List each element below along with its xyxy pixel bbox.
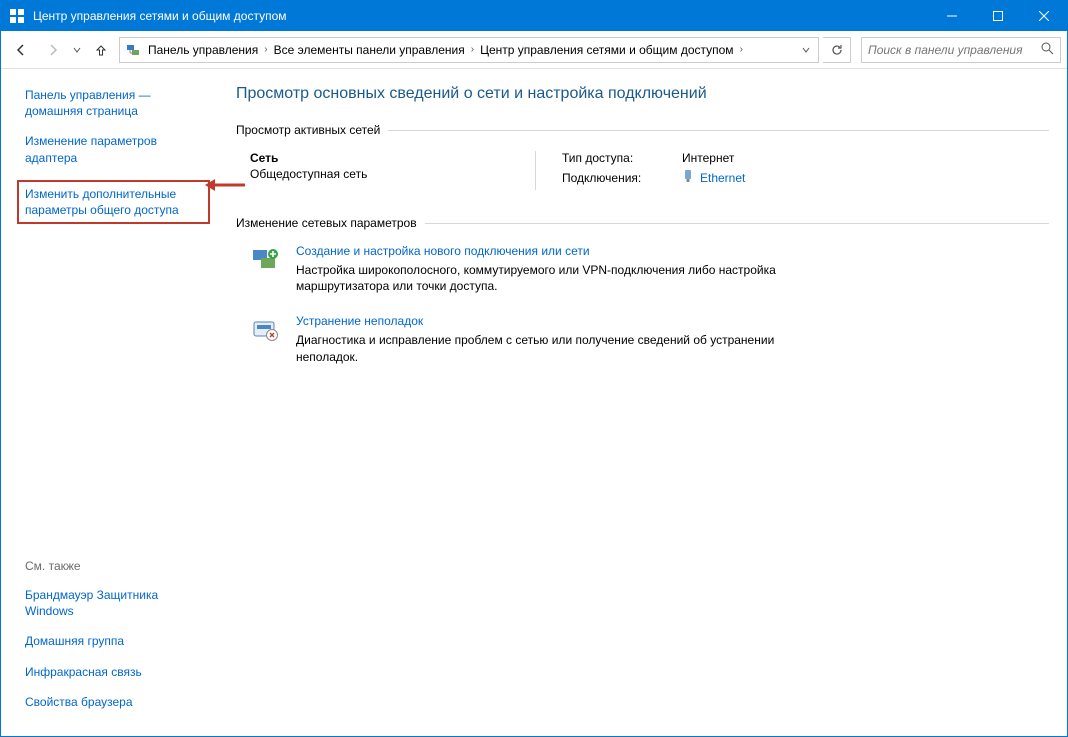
recent-dropdown[interactable] (73, 43, 81, 57)
body: Панель управления — домашняя страница Из… (1, 69, 1067, 736)
forward-button[interactable] (39, 36, 67, 64)
task-new-connection-desc: Настройка широкополосного, коммутируемог… (296, 262, 826, 294)
sidebar-link-homepage[interactable]: Панель управления — домашняя страница (25, 87, 204, 119)
sidebar-link-advanced-sharing[interactable]: Изменить дополнительные параметры общего… (17, 180, 210, 224)
search-box[interactable] (861, 37, 1061, 63)
breadcrumb-item[interactable]: Панель управления (148, 43, 258, 57)
sidebar-link-firewall[interactable]: Брандмауэр Защитника Windows (25, 587, 204, 619)
page-heading: Просмотр основных сведений о сети и наст… (236, 85, 1049, 103)
connection-link[interactable]: Ethernet (682, 169, 745, 186)
content: Просмотр основных сведений о сети и наст… (216, 69, 1067, 736)
troubleshoot-icon (250, 314, 282, 346)
address-bar[interactable]: Панель управления › Все элементы панели … (119, 37, 819, 63)
up-button[interactable] (87, 36, 115, 64)
active-network-row: Сеть Общедоступная сеть Тип доступа: Инт… (236, 151, 1049, 190)
active-networks-label: Просмотр активных сетей (236, 123, 1049, 137)
change-settings-label: Изменение сетевых параметров (236, 216, 1049, 230)
search-input[interactable] (868, 43, 1041, 57)
network-name: Сеть (250, 151, 535, 165)
address-dropdown[interactable] (798, 43, 814, 57)
sidebar: Панель управления — домашняя страница Из… (1, 69, 216, 736)
new-connection-icon (250, 244, 282, 276)
close-button[interactable] (1021, 1, 1067, 31)
sidebar-link-internet-options[interactable]: Свойства браузера (25, 694, 204, 710)
titlebar: Центр управления сетями и общим доступом (1, 1, 1067, 31)
window-title: Центр управления сетями и общим доступом (33, 9, 929, 23)
sidebar-link-homegroup[interactable]: Домашняя группа (25, 633, 204, 649)
chevron-right-icon[interactable]: › (471, 44, 474, 55)
task-troubleshoot-title[interactable]: Устранение неполадок (296, 314, 826, 328)
minimize-button[interactable] (929, 1, 975, 31)
ethernet-icon (682, 169, 694, 186)
search-icon[interactable] (1041, 42, 1054, 58)
breadcrumb-item[interactable]: Центр управления сетями и общим доступом (480, 43, 734, 57)
breadcrumb-item[interactable]: Все элементы панели управления (274, 43, 465, 57)
task-troubleshoot-desc: Диагностика и исправление проблем с сеть… (296, 332, 826, 364)
network-type: Общедоступная сеть (250, 167, 535, 181)
refresh-button[interactable] (823, 37, 851, 63)
sidebar-link-infrared[interactable]: Инфракрасная связь (25, 664, 204, 680)
see-also-heading: См. также (25, 559, 204, 573)
back-button[interactable] (7, 36, 35, 64)
app-icon (9, 8, 25, 24)
task-new-connection-title[interactable]: Создание и настройка нового подключения … (296, 244, 826, 258)
chevron-right-icon[interactable]: › (740, 44, 743, 55)
task-troubleshoot: Устранение неполадок Диагностика и испра… (236, 314, 1049, 364)
sidebar-link-adapter-settings[interactable]: Изменение параметров адаптера (25, 133, 204, 165)
chevron-right-icon[interactable]: › (264, 44, 267, 55)
toolbar: Панель управления › Все элементы панели … (1, 31, 1067, 69)
connections-label: Подключения: (562, 171, 682, 185)
network-center-icon (124, 41, 142, 59)
access-type-value: Интернет (682, 151, 734, 165)
access-type-label: Тип доступа: (562, 151, 682, 165)
window-controls (929, 1, 1067, 31)
maximize-button[interactable] (975, 1, 1021, 31)
task-new-connection: Создание и настройка нового подключения … (236, 244, 1049, 294)
